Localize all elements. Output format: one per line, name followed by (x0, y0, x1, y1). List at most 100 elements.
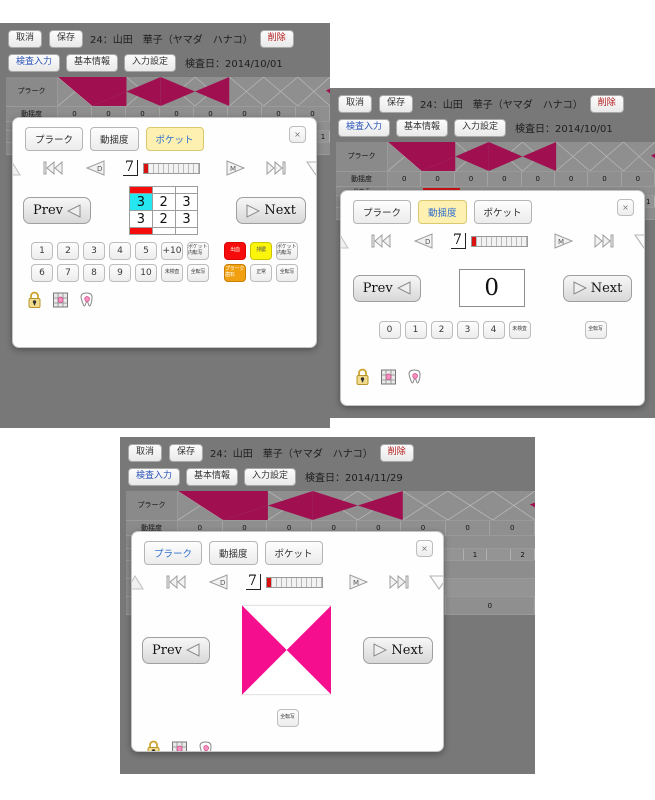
tooth-position-strip[interactable] (265, 576, 323, 588)
save-button[interactable]: 保存 (379, 95, 414, 113)
grid-tooth-icon[interactable] (171, 740, 188, 752)
tab-mobility[interactable]: 動揺度 (209, 541, 258, 565)
distal-back-icon[interactable]: D (413, 233, 433, 249)
pocket-cell[interactable]: 2 (511, 548, 535, 560)
bleeding-marker-cell[interactable] (129, 227, 153, 235)
bleeding-marker-cell[interactable] (174, 186, 199, 194)
key-unexamined[interactable]: 未検査 (508, 321, 531, 339)
lock-icon[interactable] (145, 740, 162, 752)
tab-plaque[interactable]: プラーク (25, 127, 84, 151)
pocket-cell[interactable]: 2 (151, 210, 176, 228)
key-bleeding[interactable]: 出血 (224, 242, 246, 260)
skip-forward-icon[interactable] (389, 575, 409, 589)
tab-mobility[interactable]: 動揺度 (418, 200, 467, 224)
mobility-cell[interactable]: 0 (455, 171, 489, 186)
tab-plaque[interactable]: プラーク (144, 541, 203, 565)
key-normal[interactable]: 正常 (250, 264, 272, 282)
key-copy-in-pocket[interactable]: ポケット内転写 (187, 242, 209, 260)
next-button[interactable]: Next (562, 274, 633, 302)
key-copy-all[interactable]: 全転写 (187, 264, 209, 282)
tab-exam-input[interactable]: 検査入力 (8, 53, 61, 72)
key-1[interactable]: 1 (31, 242, 53, 260)
tooth-position-strip[interactable] (142, 162, 200, 174)
close-icon[interactable]: × (289, 126, 306, 143)
tab-input-settings[interactable]: 入力設定 (244, 467, 297, 486)
key-copy-in-pocket-2[interactable]: ポケット内転写 (276, 242, 298, 260)
tab-mobility[interactable]: 動揺度 (90, 127, 139, 151)
tab-pocket[interactable]: ポケット (264, 541, 323, 565)
pocket-cell[interactable]: 1 (317, 130, 330, 142)
mobility-cells[interactable]: 0 0 0 0 0 0 0 0 (388, 171, 655, 186)
distal-back-icon[interactable]: D (208, 574, 228, 590)
mobility-cell[interactable]: 0 (522, 171, 555, 186)
key-0[interactable]: 0 (378, 321, 401, 339)
grid-tooth-icon[interactable] (380, 368, 397, 386)
key-8[interactable]: 8 (83, 264, 105, 282)
mesial-forward-icon[interactable]: M (226, 160, 246, 176)
tab-input-settings[interactable]: 入力設定 (124, 53, 177, 72)
mobility-cell[interactable]: 0 (490, 520, 535, 535)
distal-back-icon[interactable]: D (85, 160, 105, 176)
key-7[interactable]: 7 (57, 264, 79, 282)
delete-button[interactable]: 削除 (589, 95, 624, 113)
prev-button[interactable]: Prev (142, 636, 210, 664)
prev-button[interactable]: Prev (23, 197, 91, 224)
mobility-cell[interactable]: 0 (446, 520, 491, 535)
pocket-cell-selected[interactable]: 3 (129, 193, 153, 211)
key-plaque-calculus[interactable]: プラーク歯石 (224, 264, 246, 282)
plaque-cells[interactable] (388, 141, 655, 171)
lock-icon[interactable] (26, 291, 43, 309)
pocket-cell[interactable]: 3 (174, 193, 199, 211)
key-copy-all[interactable]: 全転写 (276, 709, 299, 727)
close-icon[interactable]: × (617, 199, 634, 216)
prev-button[interactable]: Prev (352, 274, 421, 302)
key-2[interactable]: 2 (57, 242, 79, 260)
tab-basic-info[interactable]: 基本情報 (66, 53, 119, 72)
close-icon[interactable]: × (416, 540, 433, 557)
triangle-down-icon[interactable] (633, 233, 644, 249)
next-button[interactable]: Next (363, 636, 433, 664)
bleeding-marker-cell[interactable] (151, 186, 176, 194)
key-3[interactable]: 3 (83, 242, 105, 260)
skip-back-icon[interactable] (43, 161, 63, 175)
mobility-cell[interactable]: 0 (555, 171, 589, 186)
mobility-cell[interactable]: 0 (446, 596, 535, 614)
cancel-button[interactable]: 取消 (338, 95, 373, 113)
grid-tooth-icon[interactable] (52, 291, 69, 309)
tooth-icon[interactable] (406, 368, 423, 386)
mobility-value-box[interactable]: 0 (458, 269, 525, 307)
key-2[interactable]: 2 (430, 321, 453, 339)
bleeding-marker-cell[interactable] (151, 227, 176, 235)
cancel-button[interactable]: 取消 (128, 444, 163, 462)
tooth-position-strip[interactable] (470, 235, 528, 247)
triangle-up-icon[interactable] (132, 574, 145, 590)
tab-exam-input[interactable]: 検査入力 (338, 118, 391, 137)
key-9[interactable]: 9 (109, 264, 131, 282)
tab-pocket[interactable]: ポケット (473, 200, 532, 224)
tooth-icon[interactable] (197, 740, 214, 752)
tab-input-settings[interactable]: 入力設定 (454, 118, 507, 137)
key-pus[interactable]: 排膿 (250, 242, 272, 260)
skip-back-icon[interactable] (166, 575, 186, 589)
skip-back-icon[interactable] (371, 234, 391, 248)
tooth-icon[interactable] (78, 291, 95, 309)
bleeding-marker-cell[interactable] (129, 186, 153, 194)
tab-basic-info[interactable]: 基本情報 (396, 118, 449, 137)
plaque-cells[interactable] (178, 490, 535, 520)
triangle-down-icon[interactable] (428, 574, 443, 590)
triangle-up-icon[interactable] (341, 234, 350, 249)
plaque-cells[interactable] (58, 76, 330, 106)
mobility-cell[interactable]: 0 (421, 171, 455, 186)
pocket-cell[interactable]: 3 (129, 210, 153, 228)
tab-exam-input[interactable]: 検査入力 (128, 467, 181, 486)
key-copy-all[interactable]: 全転写 (584, 321, 607, 339)
key-4[interactable]: 4 (109, 242, 131, 260)
mobility-cell[interactable]: 0 (588, 171, 622, 186)
pocket-cell[interactable]: 1 (464, 548, 488, 560)
mobility-cell[interactable]: 0 (622, 171, 655, 186)
bleeding-marker-cell[interactable] (174, 227, 199, 235)
tab-pocket[interactable]: ポケット (145, 127, 204, 151)
mobility-cell[interactable]: 0 (388, 171, 422, 186)
save-button[interactable]: 保存 (49, 30, 84, 48)
cancel-button[interactable]: 取消 (8, 30, 43, 48)
